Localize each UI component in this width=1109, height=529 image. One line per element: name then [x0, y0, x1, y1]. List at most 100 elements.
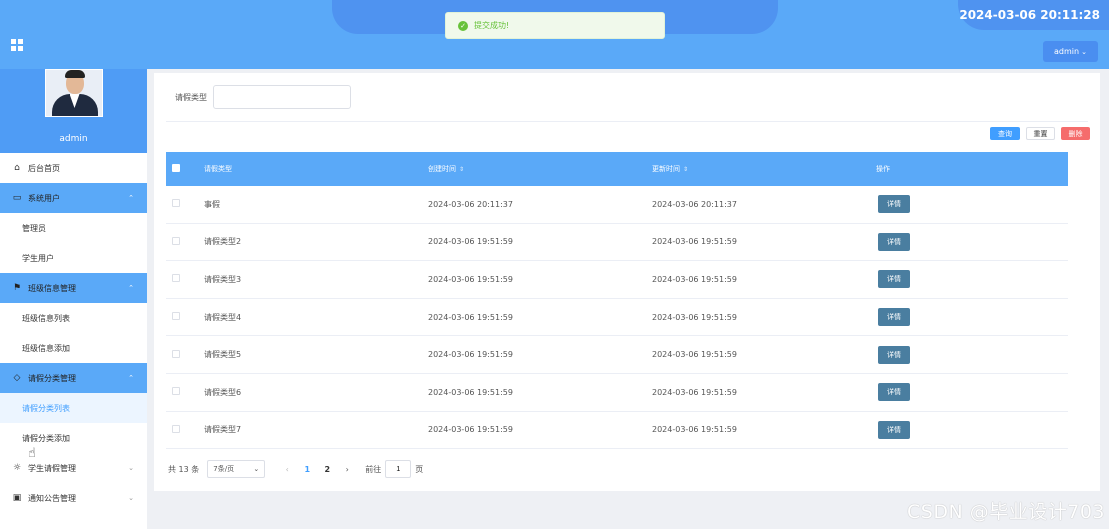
- row-checkbox[interactable]: [172, 349, 180, 358]
- row-checkbox[interactable]: [172, 424, 180, 433]
- divider: [166, 121, 1088, 122]
- row-checkbox[interactable]: [172, 312, 180, 321]
- table-row: 请假类型4 2024-03-06 19:51:59 2024-03-06 19:51…: [166, 299, 1068, 337]
- row-checkbox[interactable]: [172, 274, 180, 283]
- cell-type: 请假类型4: [204, 312, 242, 322]
- cell-updated: 2024-03-06 19:51:59: [652, 350, 737, 360]
- detail-button[interactable]: 详情: [878, 270, 910, 289]
- header-type: 请假类型: [204, 165, 232, 173]
- pagination: 共 13 条 7条/页 ⌄ ‹ 1 2 › 前往 页: [168, 460, 423, 478]
- main-panel: 请假类型 查询 重置 删除 请假类型 创建时间 ⇕ 更新时间 ⇕ 操作 事假 2024…: [154, 73, 1100, 491]
- sidebar-item-student-users[interactable]: 学生用户: [0, 243, 147, 273]
- page-number[interactable]: 1: [297, 465, 317, 474]
- chevron-down-icon: ⌄: [1081, 47, 1087, 56]
- table-row: 请假类型5 2024-03-06 19:51:59 2024-03-06 19:51…: [166, 336, 1068, 374]
- sidebar-item-label: 学生请假管理: [28, 463, 76, 473]
- reset-button[interactable]: 重置: [1026, 127, 1055, 140]
- sidebar-item-label: 通知公告管理: [28, 493, 76, 503]
- bookmark-icon: ⚑: [12, 283, 22, 293]
- cell-created: 2024-03-06 19:51:59: [428, 387, 513, 397]
- leave-type-search-input[interactable]: [213, 85, 351, 109]
- row-checkbox[interactable]: [172, 199, 180, 208]
- toast-message: 提交成功!: [474, 21, 510, 30]
- chevron-up-icon: ⌃: [128, 194, 134, 202]
- sidebar-item-leave-category-add[interactable]: 请假分类添加: [0, 423, 147, 453]
- cell-created: 2024-03-06 19:51:59: [428, 312, 513, 322]
- select-all-checkbox[interactable]: [172, 164, 180, 172]
- header-updated[interactable]: 更新时间 ⇕: [652, 164, 876, 174]
- sidebar: admin ⌂ 后台首页 ▭ 系统用户 ⌃ 管理员 学生用户 ⚑ 班级信息管理 …: [0, 69, 147, 529]
- sidebar-item-label: 系统用户: [28, 193, 60, 203]
- page-size-select[interactable]: 7条/页 ⌄: [207, 460, 266, 478]
- page-size-value: 7条/页: [213, 465, 235, 473]
- sidebar-group-notice[interactable]: ▣ 通知公告管理 ⌄: [0, 483, 147, 513]
- detail-button[interactable]: 详情: [878, 308, 910, 327]
- sidebar-group-class-info[interactable]: ⚑ 班级信息管理 ⌃: [0, 273, 147, 303]
- sidebar-item-leave-category-list[interactable]: 请假分类列表: [0, 393, 147, 423]
- sort-icon[interactable]: ⇕: [683, 166, 688, 173]
- table-header: 请假类型 创建时间 ⇕ 更新时间 ⇕ 操作: [166, 152, 1068, 186]
- cell-created: 2024-03-06 19:51:59: [428, 350, 513, 360]
- current-datetime: 2024-03-06 20:11:28: [959, 8, 1100, 22]
- table-body: 事假 2024-03-06 20:11:37 2024-03-06 20:11:37…: [166, 186, 1068, 450]
- cell-updated: 2024-03-06 19:51:59: [652, 312, 737, 322]
- table-row: 请假类型3 2024-03-06 19:51:59 2024-03-06 19:51…: [166, 261, 1068, 299]
- next-page-button[interactable]: ›: [337, 465, 357, 474]
- user-dropdown-label: admin: [1054, 47, 1080, 56]
- delete-button[interactable]: 删除: [1061, 127, 1090, 140]
- header-created-label: 创建时间: [428, 165, 456, 173]
- chevron-up-icon: ⌃: [128, 374, 134, 382]
- goto-page: 前往 页: [365, 460, 423, 478]
- cell-created: 2024-03-06 19:51:59: [428, 425, 513, 435]
- sidebar-item-label: 请假分类管理: [28, 373, 76, 383]
- header-op: 操作: [876, 165, 890, 173]
- detail-button[interactable]: 详情: [878, 383, 910, 402]
- table-row: 事假 2024-03-06 20:11:37 2024-03-06 20:11:37…: [166, 186, 1068, 224]
- query-button[interactable]: 查询: [990, 127, 1020, 140]
- cell-created: 2024-03-06 20:11:37: [428, 199, 513, 209]
- row-checkbox[interactable]: [172, 387, 180, 396]
- sidebar-group-system-users[interactable]: ▭ 系统用户 ⌃: [0, 183, 147, 213]
- row-checkbox[interactable]: [172, 236, 180, 245]
- sidebar-item-label: 班级信息管理: [28, 283, 76, 293]
- search-form: 请假类型: [175, 85, 351, 109]
- sidebar-item-home[interactable]: ⌂ 后台首页: [0, 153, 147, 183]
- sidebar-item-admins[interactable]: 管理员: [0, 213, 147, 243]
- action-bar: 查询 重置 删除: [990, 127, 1090, 140]
- cell-type: 请假类型6: [204, 387, 242, 397]
- table-row: 请假类型2 2024-03-06 19:51:59 2024-03-06 19:51…: [166, 224, 1068, 262]
- prev-page-button[interactable]: ‹: [277, 465, 297, 474]
- goto-prefix: 前往: [365, 464, 382, 474]
- cell-created: 2024-03-06 19:51:59: [428, 237, 513, 247]
- chevron-up-icon: ⌃: [128, 284, 134, 292]
- user-profile-block: admin: [0, 69, 147, 153]
- cell-type: 请假类型2: [204, 237, 242, 247]
- sun-icon: ☼: [12, 463, 22, 473]
- cell-updated: 2024-03-06 20:11:37: [652, 199, 737, 209]
- detail-button[interactable]: 详情: [878, 345, 910, 364]
- cell-updated: 2024-03-06 19:51:59: [652, 387, 737, 397]
- sidebar-group-leave-category[interactable]: ◇ 请假分类管理 ⌃: [0, 363, 147, 393]
- cell-created: 2024-03-06 19:51:59: [428, 274, 513, 284]
- monitor-icon: ▭: [12, 193, 22, 203]
- sidebar-group-student-leave[interactable]: ☼ 学生请假管理 ⌄: [0, 453, 147, 483]
- cell-updated: 2024-03-06 19:51:59: [652, 274, 737, 284]
- detail-button[interactable]: 详情: [878, 232, 910, 251]
- sidebar-item-class-add[interactable]: 班级信息添加: [0, 333, 147, 363]
- user-dropdown-button[interactable]: admin ⌄: [1043, 41, 1098, 62]
- cell-type: 请假类型7: [204, 425, 242, 435]
- detail-button[interactable]: 详情: [878, 195, 910, 214]
- tag-icon: ◇: [13, 373, 21, 383]
- goto-page-input[interactable]: [385, 460, 412, 478]
- header-created[interactable]: 创建时间 ⇕: [428, 164, 652, 174]
- sort-icon[interactable]: ⇕: [459, 166, 464, 173]
- page-number[interactable]: 2: [317, 465, 337, 474]
- cell-updated: 2024-03-06 19:51:59: [652, 237, 737, 247]
- table-row: 请假类型7 2024-03-06 19:51:59 2024-03-06 19:51…: [166, 412, 1068, 450]
- sidebar-item-class-list[interactable]: 班级信息列表: [0, 303, 147, 333]
- leave-type-table: 请假类型 创建时间 ⇕ 更新时间 ⇕ 操作 事假 2024-03-06 20:11:3…: [166, 152, 1068, 450]
- detail-button[interactable]: 详情: [878, 420, 910, 439]
- home-icon: ⌂: [14, 163, 20, 173]
- menu-grid-icon[interactable]: [11, 39, 23, 51]
- hand-cursor-icon: ☝: [28, 446, 36, 461]
